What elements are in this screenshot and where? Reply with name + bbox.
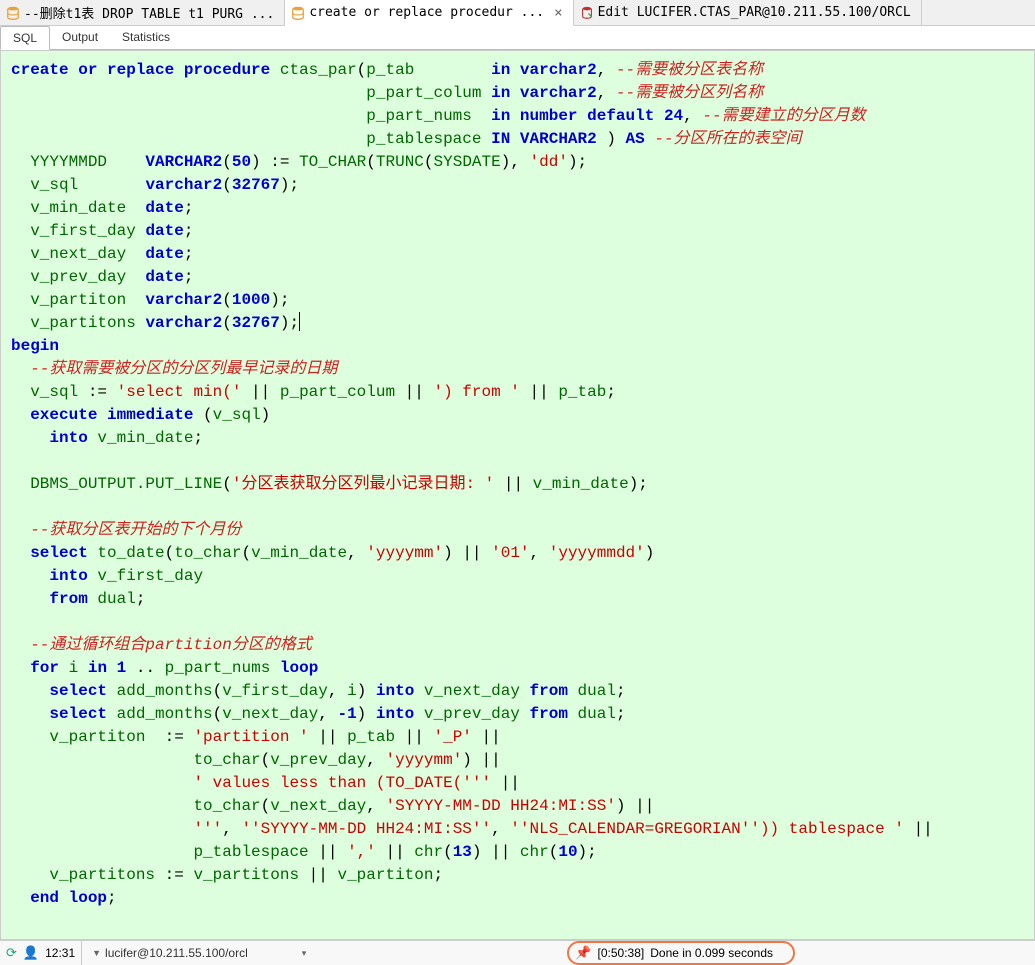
exec-msg: Done in 0.099 seconds xyxy=(650,946,773,960)
status-left: ⟳ 👤 12:31 xyxy=(0,941,82,965)
sub-tab-bar: SQL Output Statistics xyxy=(0,26,1035,50)
tab-output[interactable]: Output xyxy=(50,26,110,49)
file-tab-1[interactable]: --删除t1表 DROP TABLE t1 PURG ... xyxy=(0,0,285,25)
file-tab-label: --删除t1表 DROP TABLE t1 PURG ... xyxy=(24,3,274,22)
execution-status: 📌 [0:50:38] Done in 0.099 seconds xyxy=(567,941,795,965)
database-icon xyxy=(6,6,20,20)
status-time: 12:31 xyxy=(45,946,75,960)
connection-info[interactable]: ▼ lucifer@10.211.55.100/orcl ▾ xyxy=(82,946,316,960)
refresh-icon[interactable]: ⟳ xyxy=(6,945,17,961)
edit-icon xyxy=(580,6,594,20)
code-content[interactable]: create or replace procedure ctas_par(p_t… xyxy=(1,51,1034,918)
file-tab-2[interactable]: create or replace procedur ... × xyxy=(285,0,573,26)
tab-statistics[interactable]: Statistics xyxy=(110,26,182,49)
text-cursor xyxy=(299,312,300,331)
caret-dropdown-icon[interactable]: ▾ xyxy=(302,948,307,959)
sql-editor[interactable]: create or replace procedure ctas_par(p_t… xyxy=(0,50,1035,940)
caret-down-icon: ▼ xyxy=(92,948,101,958)
connection-text: lucifer@10.211.55.100/orcl xyxy=(105,946,248,960)
file-tab-3[interactable]: Edit LUCIFER.CTAS_PAR@10.211.55.100/ORCL xyxy=(574,0,922,25)
database-icon xyxy=(291,6,305,20)
status-bar: ⟳ 👤 12:31 ▼ lucifer@10.211.55.100/orcl ▾… xyxy=(0,940,1035,965)
user-icon: 👤 xyxy=(23,945,39,961)
file-tab-label: Edit LUCIFER.CTAS_PAR@10.211.55.100/ORCL xyxy=(598,5,911,20)
exec-time: [0:50:38] xyxy=(598,946,645,960)
tab-sql[interactable]: SQL xyxy=(0,26,50,50)
pin-icon[interactable]: 📌 xyxy=(575,945,591,961)
file-tab-label: create or replace procedur ... xyxy=(309,5,544,20)
file-tab-bar: --删除t1表 DROP TABLE t1 PURG ... create or… xyxy=(0,0,1035,26)
close-icon[interactable]: × xyxy=(554,5,562,21)
